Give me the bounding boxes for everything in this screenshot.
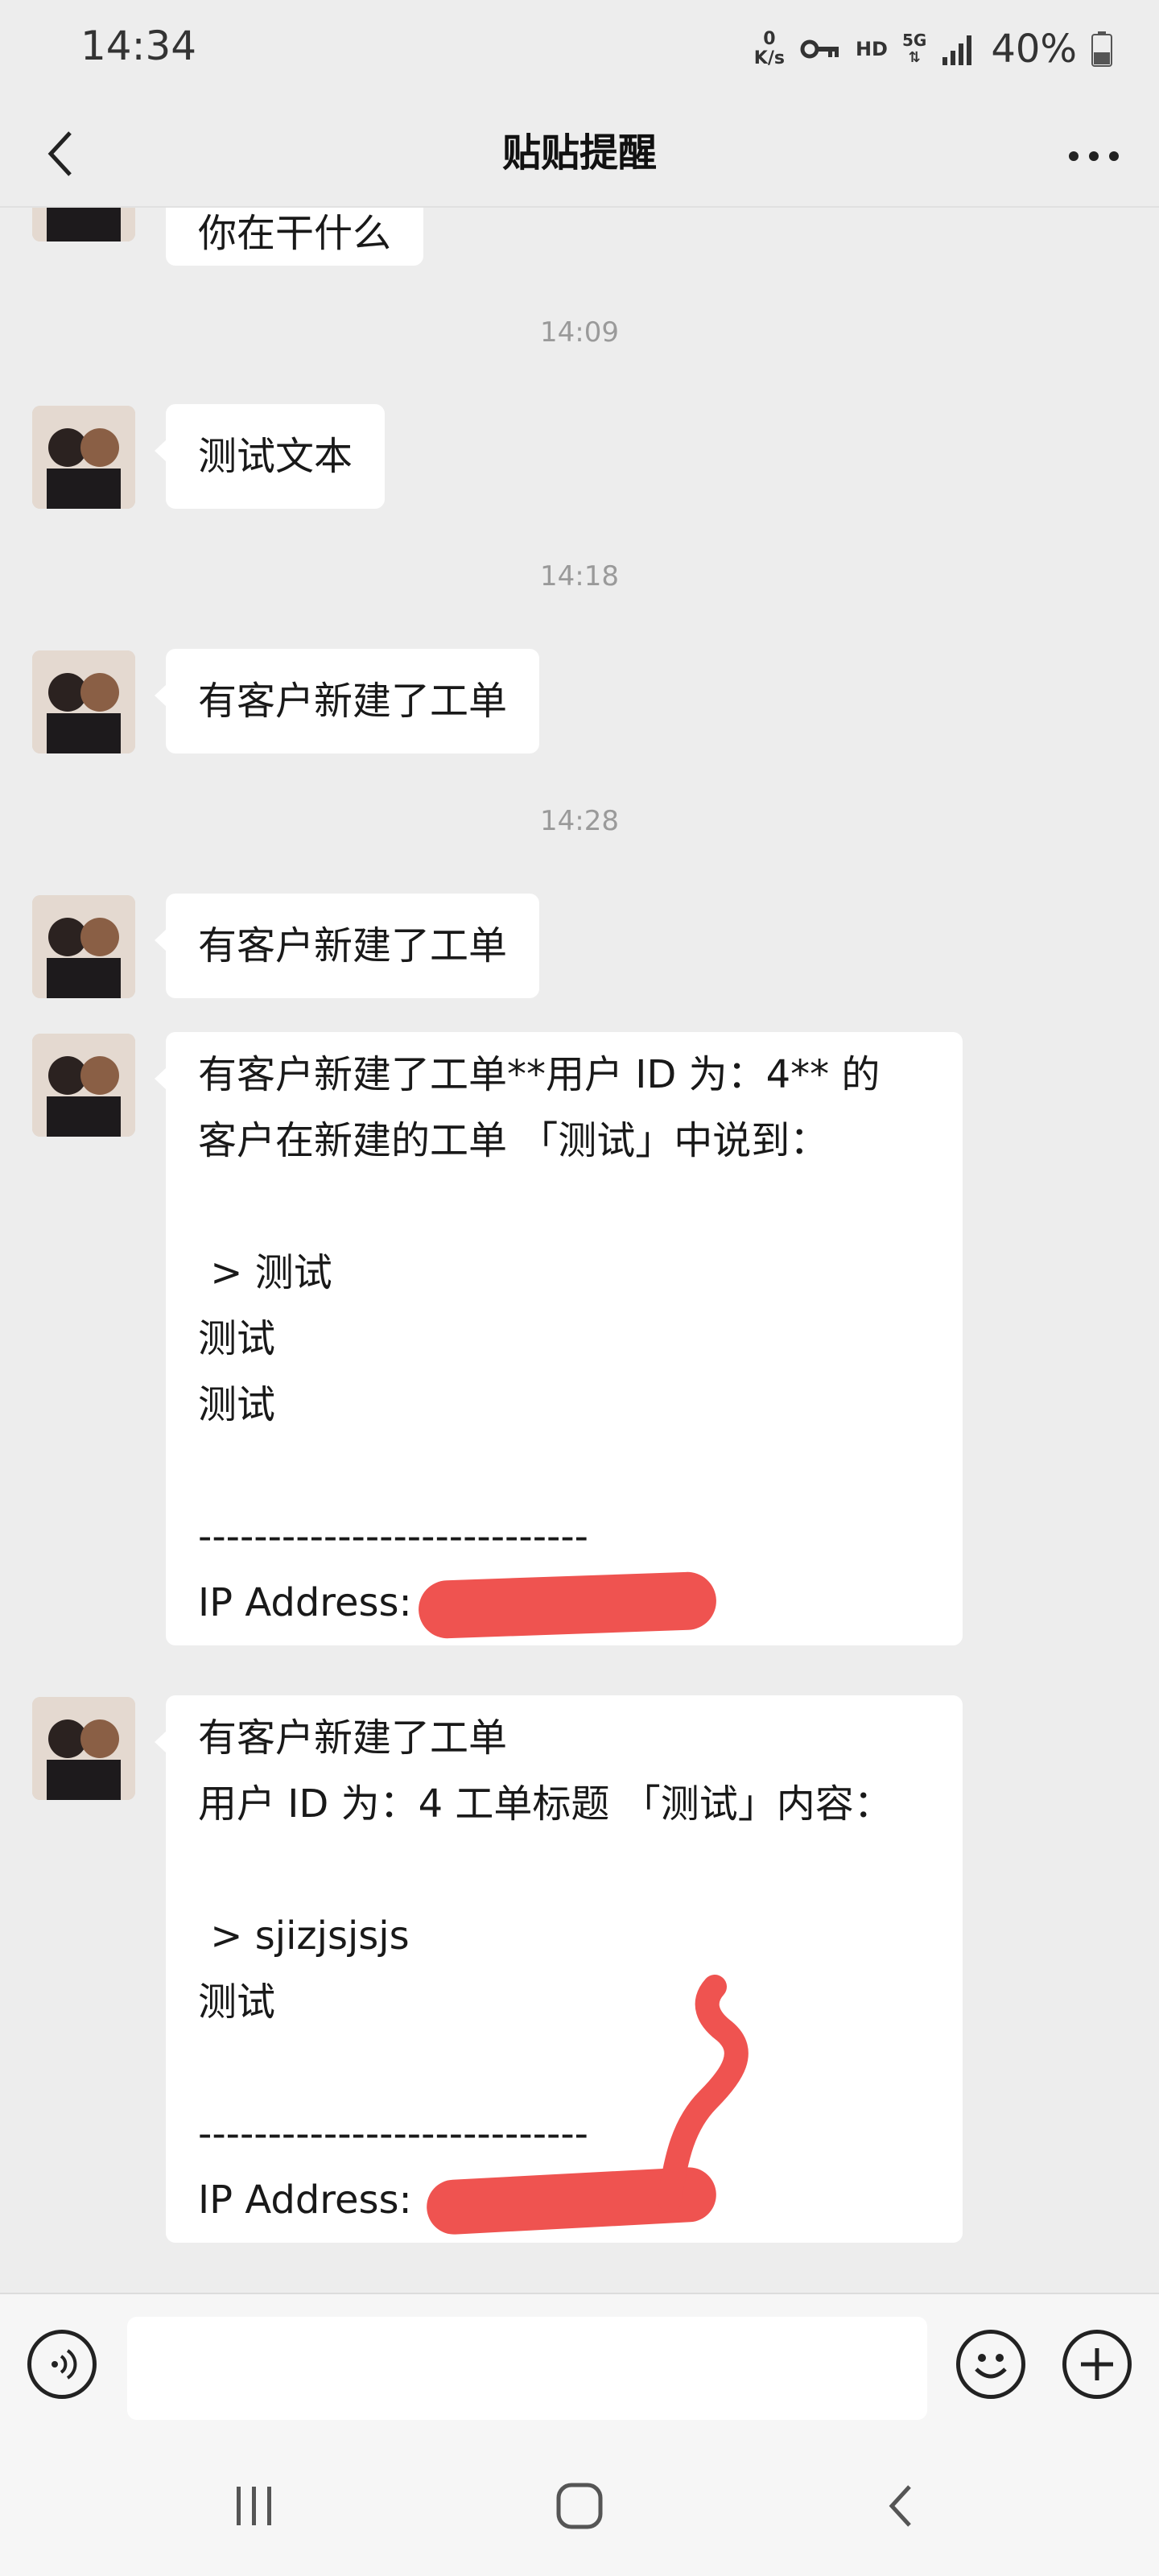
- system-nav-bar: [0, 2438, 1159, 2576]
- message-timestamp: 14:09: [540, 316, 619, 349]
- home-button[interactable]: [531, 2462, 628, 2550]
- message-timestamp: 14:18: [540, 560, 619, 592]
- message-bubble[interactable]: 有客户新建了工单: [154, 894, 540, 998]
- status-bar: 14:34 0 K/s HD 5G ⇅ 40%: [0, 0, 1159, 100]
- avatar-image: [32, 406, 135, 509]
- emoji-button[interactable]: [956, 2330, 1025, 2399]
- avatar[interactable]: [32, 650, 135, 753]
- chat-header: 贴贴提醒: [0, 100, 1159, 208]
- plus-icon: [1081, 2348, 1113, 2380]
- voice-icon: [52, 2349, 77, 2380]
- avatar[interactable]: [32, 406, 135, 509]
- avatar-image: [32, 650, 135, 753]
- avatar-image: [32, 1034, 135, 1137]
- back-button[interactable]: [24, 118, 97, 190]
- avatar[interactable]: [32, 1697, 135, 1800]
- network-indicator: 5G ⇅: [901, 31, 927, 66]
- message-input[interactable]: [127, 2317, 927, 2420]
- avatar-image: [32, 1697, 135, 1800]
- recent-apps-icon: [237, 2487, 271, 2525]
- redaction-scribble: [658, 1975, 749, 2212]
- back-icon: [889, 2485, 911, 2527]
- vpn-key-icon: [800, 39, 839, 59]
- avatar[interactable]: [32, 895, 135, 998]
- message-timestamp: 14:28: [540, 805, 619, 837]
- input-bar: [0, 2293, 1159, 2439]
- message-bubble[interactable]: 你在干什么: [166, 208, 424, 266]
- message-bubble[interactable]: 有客户新建了工单 用户 ID 为：4 工单标题 「测试」内容： > sjizjs…: [155, 1695, 963, 2243]
- more-button[interactable]: [1058, 124, 1130, 188]
- avatar-image: [32, 208, 135, 242]
- status-indicators: 0 K/s HD 5G ⇅ 40%: [754, 21, 1112, 77]
- voice-button[interactable]: [27, 2330, 97, 2399]
- net-speed: 0 K/s: [753, 29, 785, 68]
- message-bubble[interactable]: 有客户新建了工单: [154, 649, 540, 753]
- plus-button[interactable]: [1062, 2330, 1132, 2399]
- avatar[interactable]: [32, 208, 135, 242]
- hd-indicator: HD: [855, 38, 888, 60]
- home-icon: [556, 2483, 603, 2529]
- nav-back-button[interactable]: [853, 2462, 950, 2550]
- battery-icon: [1091, 31, 1112, 67]
- battery-level: 40%: [991, 27, 1077, 72]
- signal-icon: [942, 35, 972, 65]
- status-time: 14:34: [80, 23, 197, 69]
- more-icon: [1069, 151, 1119, 161]
- chat-title: 贴贴提醒: [501, 130, 657, 175]
- message-bubble[interactable]: 测试文本: [154, 404, 386, 509]
- avatar[interactable]: [32, 1034, 135, 1137]
- redaction-mark: [417, 1571, 718, 1640]
- avatar-image: [32, 895, 135, 998]
- recent-apps-button[interactable]: [206, 2462, 303, 2550]
- emoji-icon: [975, 2354, 1007, 2379]
- message-list[interactable]: 你在干什么 14:09 测试文本 14:18 有客户新建了工单 14:28 有客…: [0, 208, 1159, 2293]
- chevron-left-icon: [47, 131, 72, 176]
- message-bubble[interactable]: 有客户新建了工单**用户 ID 为：4** 的 客户在新建的工单 「测试」中说到…: [155, 1032, 963, 1645]
